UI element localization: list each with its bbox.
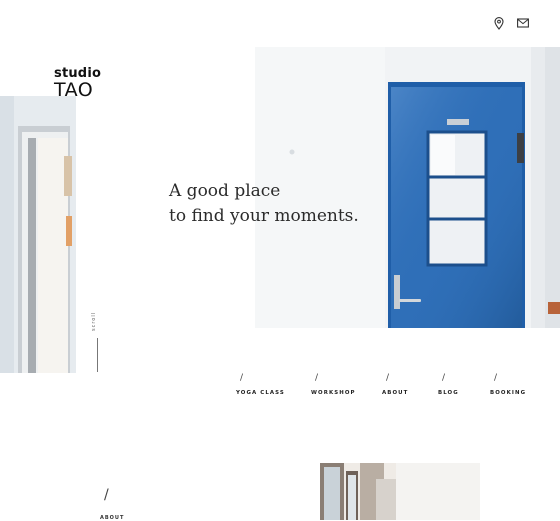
mail-icon[interactable]	[516, 16, 530, 30]
nav-slash: /	[442, 373, 446, 383]
scroll-label[interactable]: scroll	[91, 310, 103, 332]
nav-slash: /	[315, 373, 319, 383]
doorway-photo	[0, 96, 76, 373]
nav-label: WORKSHOP	[311, 390, 356, 396]
section-about-label[interactable]: ABOUT	[100, 515, 124, 521]
nav-label: ABOUT	[382, 390, 409, 396]
nav-label: YOGA CLASS	[236, 390, 285, 396]
nav-label: BLOG	[438, 390, 459, 396]
hero-tagline: A good place to find your moments.	[169, 179, 359, 229]
tagline-line-2: to find your moments.	[169, 206, 359, 226]
nav-slash: /	[494, 373, 498, 383]
nav-label: BOOKING	[490, 390, 527, 396]
nav-slash: /	[386, 373, 390, 383]
interior-photo	[320, 463, 480, 520]
nav-slash: /	[240, 373, 244, 383]
scroll-line	[97, 338, 98, 372]
map-pin-icon[interactable]	[492, 16, 506, 30]
tagline-line-1: A good place	[169, 181, 281, 201]
section-slash: /	[104, 487, 109, 503]
